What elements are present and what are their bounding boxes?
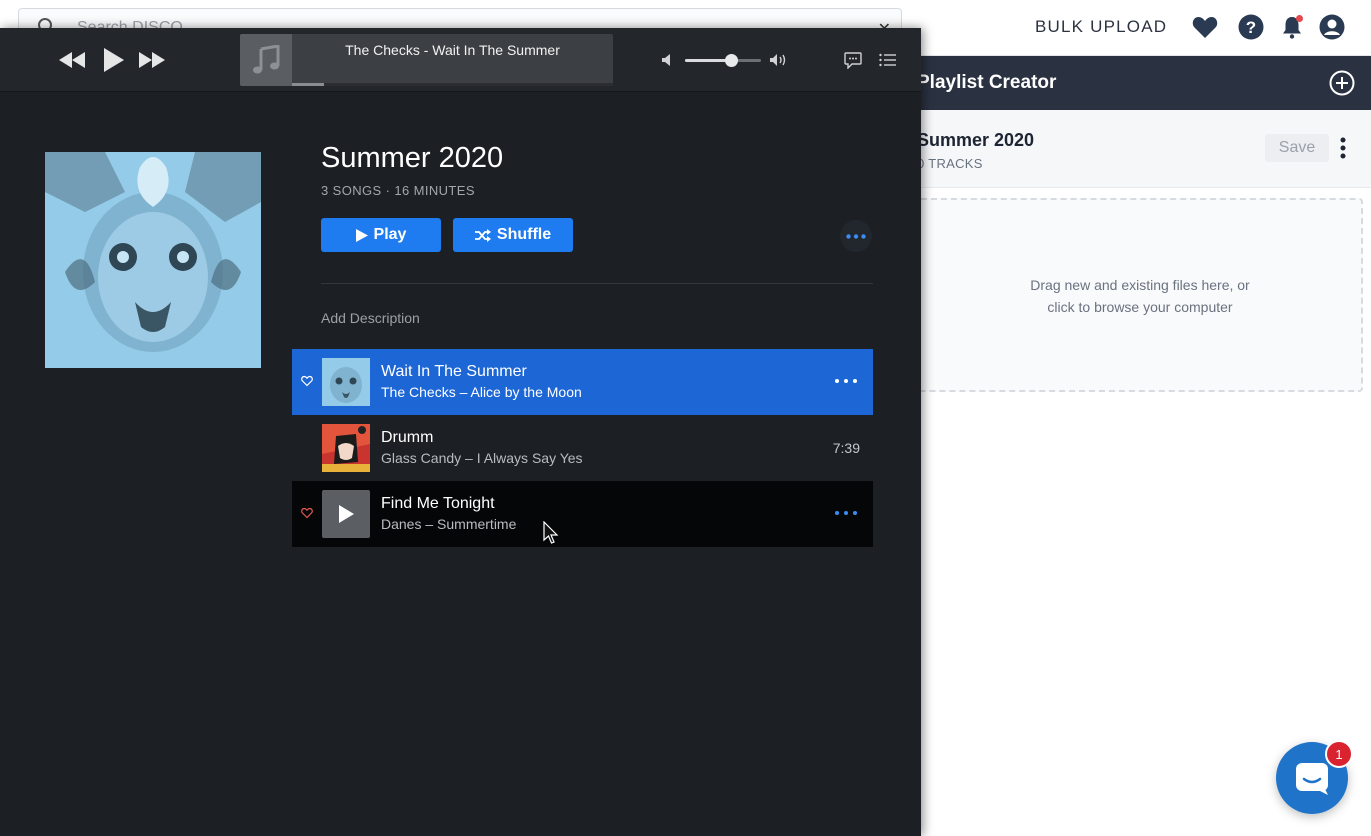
volume-slider[interactable] [685,54,761,67]
playlist-creator-summary: Summer 2020 0 TRACKS Save [905,110,1371,188]
playlist-creator-panel: Playlist Creator Summer 2020 0 TRACKS Sa… [905,56,1371,836]
play-icon[interactable] [100,45,128,75]
fast-forward-icon[interactable] [138,48,166,72]
shuffle-button-label: Shuffle [496,226,552,243]
volume-low-icon[interactable] [660,52,674,68]
track-more-options-icon[interactable] [835,373,857,389]
play-button-label: Play [373,226,407,243]
bell-icon[interactable] [1278,13,1306,41]
track-title: Wait In The Summer [381,363,527,380]
player-control-bar: The Checks - Wait In The Summer [0,28,921,92]
track-artist-album: The Checks – Alice by the Moon [381,384,582,400]
track-row[interactable]: Drumm Glass Candy – I Always Say Yes 7:3… [292,415,873,481]
divider [321,283,873,284]
track-thumbnail [322,424,370,472]
add-description-link[interactable]: Add Description [321,310,420,326]
queue-list-icon[interactable] [877,50,899,70]
playlist-creator-title: Playlist Creator [917,72,1057,93]
shuffle-button[interactable]: Shuffle [453,218,573,252]
svg-text:?: ? [1246,18,1256,37]
add-circle-icon[interactable] [1329,70,1355,96]
heart-outline-icon[interactable] [301,507,313,519]
track-title: Find Me Tonight [381,495,495,512]
drop-zone-text: Drag new and existing files here, or cli… [919,274,1361,318]
track-play-icon[interactable] [322,490,370,538]
playlist-title: Summer 2020 [321,142,504,174]
play-icon [355,228,368,242]
drop-zone-line-1: Drag new and existing files here, or [1030,277,1250,293]
mouse-cursor-icon [543,521,559,544]
bulk-upload-link[interactable]: BULK UPLOAD [1035,17,1167,37]
track-more-options-icon[interactable] [835,505,857,521]
chat-icon [1296,763,1328,795]
playlist-more-options-icon[interactable] [840,220,872,252]
playlist-creator-track-count: 0 TRACKS [917,156,983,171]
playlist-creator-header: Playlist Creator [905,56,1371,110]
shuffle-icon [474,228,491,242]
save-button[interactable]: Save [1265,134,1329,162]
playlist-cover-art [45,152,261,368]
notification-dot [1296,15,1303,22]
track-artist-album: Glass Candy – I Always Say Yes [381,450,583,466]
account-icon[interactable] [1318,13,1346,41]
track-thumbnail [322,358,370,406]
heart-icon[interactable] [1191,13,1219,41]
kebab-menu-icon[interactable] [1337,134,1349,162]
playlist-creator-name[interactable]: Summer 2020 [917,130,1034,151]
track-row[interactable]: Wait In The Summer The Checks – Alice by… [292,349,873,415]
rewind-icon[interactable] [58,48,86,72]
help-icon[interactable]: ? [1237,13,1265,41]
volume-high-icon[interactable] [768,52,790,68]
now-playing-title: The Checks - Wait In The Summer [345,42,560,58]
comment-icon[interactable] [842,50,864,70]
play-button[interactable]: Play [321,218,441,252]
track-row[interactable]: Find Me Tonight Danes – Summertime [292,481,873,547]
playback-progress-bar[interactable] [292,83,613,86]
track-artist-album: Danes – Summertime [381,516,517,532]
track-title: Drumm [381,429,434,446]
music-note-icon [240,34,292,86]
heart-outline-icon[interactable] [301,375,313,387]
drop-zone-line-2: click to browse your computer [1047,299,1233,315]
playlist-meta: 3 SONGS · 16 MINUTES [321,183,475,198]
volume-knob[interactable] [725,54,739,67]
now-playing-box[interactable]: The Checks - Wait In The Summer [240,34,613,86]
player-window: The Checks - Wait In The Summer Summer 2… [0,28,921,836]
file-drop-zone[interactable]: Drag new and existing files here, or cli… [917,198,1363,392]
playback-progress-fill [292,83,325,86]
chat-unread-badge: 1 [1325,740,1353,768]
track-duration: 7:39 [832,440,860,456]
